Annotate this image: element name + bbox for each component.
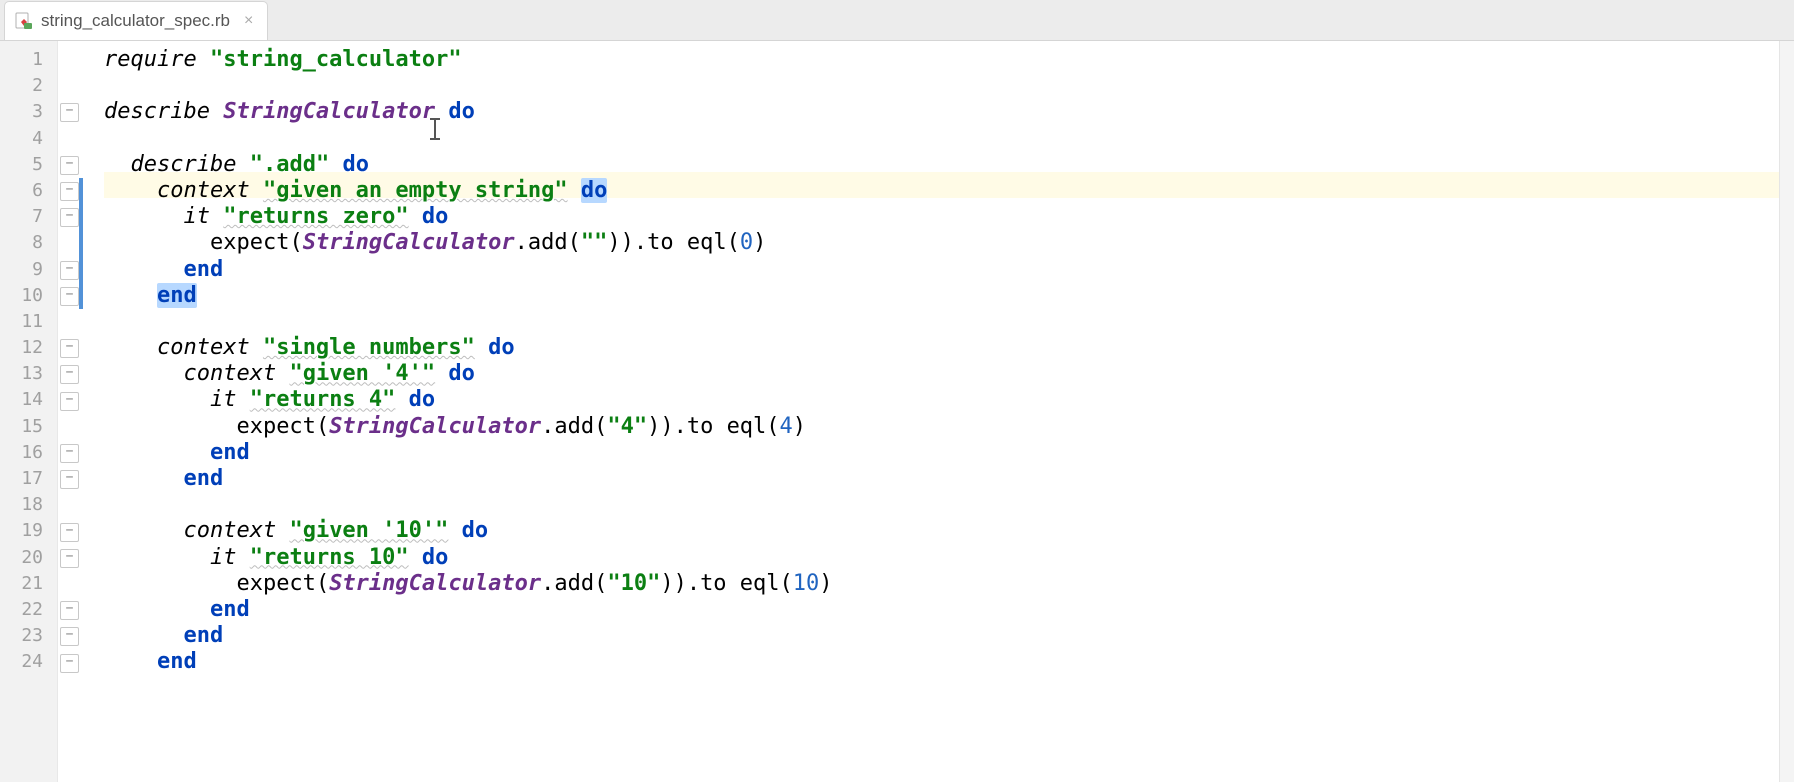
line-number: 17	[0, 466, 57, 492]
line-number: 3	[0, 99, 57, 125]
line-number: 18	[0, 492, 57, 518]
line-number: 24	[0, 649, 57, 675]
fold-toggle-icon[interactable]	[60, 627, 79, 646]
line-number-gutter: 123456789101112131415161718192021222324	[0, 41, 58, 782]
fold-toggle-icon[interactable]	[60, 654, 79, 673]
code-line[interactable]	[104, 492, 1779, 518]
line-number: 19	[0, 518, 57, 544]
fold-column[interactable]	[58, 41, 79, 782]
code-line[interactable]	[104, 126, 1779, 152]
line-number: 9	[0, 257, 57, 283]
line-number: 16	[0, 440, 57, 466]
code-line[interactable]: context "given '4'" do	[104, 361, 1779, 387]
line-number: 20	[0, 545, 57, 571]
line-number: 21	[0, 571, 57, 597]
fold-toggle-icon[interactable]	[60, 392, 79, 411]
fold-toggle-icon[interactable]	[60, 444, 79, 463]
fold-toggle-icon[interactable]	[60, 156, 79, 175]
line-number: 10	[0, 283, 57, 309]
fold-toggle-icon[interactable]	[60, 339, 79, 358]
fold-toggle-icon[interactable]	[60, 208, 79, 227]
fold-toggle-icon[interactable]	[60, 523, 79, 542]
code-line[interactable]: end	[104, 623, 1779, 649]
code-line[interactable]: expect(StringCalculator.add("")).to eql(…	[104, 230, 1779, 256]
line-number: 5	[0, 152, 57, 178]
fold-toggle-icon[interactable]	[60, 287, 79, 306]
code-line[interactable]: require "string_calculator"	[104, 47, 1779, 73]
tab-filename: string_calculator_spec.rb	[41, 11, 230, 31]
fold-toggle-icon[interactable]	[60, 261, 79, 280]
line-number: 12	[0, 335, 57, 361]
code-editor[interactable]: 123456789101112131415161718192021222324 …	[0, 41, 1794, 782]
code-line[interactable]	[104, 73, 1779, 99]
line-number: 22	[0, 597, 57, 623]
line-number: 6	[0, 178, 57, 204]
line-number: 2	[0, 73, 57, 99]
line-number: 15	[0, 414, 57, 440]
fold-toggle-icon[interactable]	[60, 365, 79, 384]
code-line[interactable]: expect(StringCalculator.add("4")).to eql…	[104, 414, 1779, 440]
tab-close-icon[interactable]: ×	[244, 12, 253, 30]
code-line[interactable]	[104, 309, 1779, 335]
code-line[interactable]: end	[104, 649, 1779, 675]
editor-tab[interactable]: string_calculator_spec.rb ×	[4, 1, 268, 40]
ruby-file-icon	[15, 12, 33, 30]
line-number: 23	[0, 623, 57, 649]
fold-toggle-icon[interactable]	[60, 182, 79, 201]
line-number: 14	[0, 387, 57, 413]
line-number: 4	[0, 126, 57, 152]
fold-toggle-icon[interactable]	[60, 601, 79, 620]
code-line[interactable]: describe StringCalculator do	[104, 99, 1779, 125]
line-number: 8	[0, 230, 57, 256]
fold-toggle-icon[interactable]	[60, 549, 79, 568]
change-margin	[79, 41, 104, 782]
fold-toggle-icon[interactable]	[60, 103, 79, 122]
code-line[interactable]: it "returns zero" do	[104, 204, 1779, 230]
code-line[interactable]: context "given '10'" do	[104, 518, 1779, 544]
tab-bar: string_calculator_spec.rb ×	[0, 0, 1794, 41]
change-marker	[79, 178, 83, 309]
code-line[interactable]: expect(StringCalculator.add("10")).to eq…	[104, 571, 1779, 597]
code-line[interactable]: end	[104, 597, 1779, 623]
line-number: 13	[0, 361, 57, 387]
code-line[interactable]: end	[104, 466, 1779, 492]
fold-toggle-icon[interactable]	[60, 470, 79, 489]
code-line[interactable]: it "returns 4" do	[104, 387, 1779, 413]
code-line[interactable]: end	[104, 440, 1779, 466]
code-line[interactable]: end	[104, 283, 1779, 309]
code-line[interactable]: end	[104, 257, 1779, 283]
line-number: 11	[0, 309, 57, 335]
code-area[interactable]: require "string_calculator" describe Stri…	[104, 41, 1779, 782]
line-number: 1	[0, 47, 57, 73]
scrollbar-strip[interactable]	[1779, 41, 1794, 782]
code-line[interactable]: it "returns 10" do	[104, 545, 1779, 571]
line-number: 7	[0, 204, 57, 230]
code-line[interactable]: context "single numbers" do	[104, 335, 1779, 361]
